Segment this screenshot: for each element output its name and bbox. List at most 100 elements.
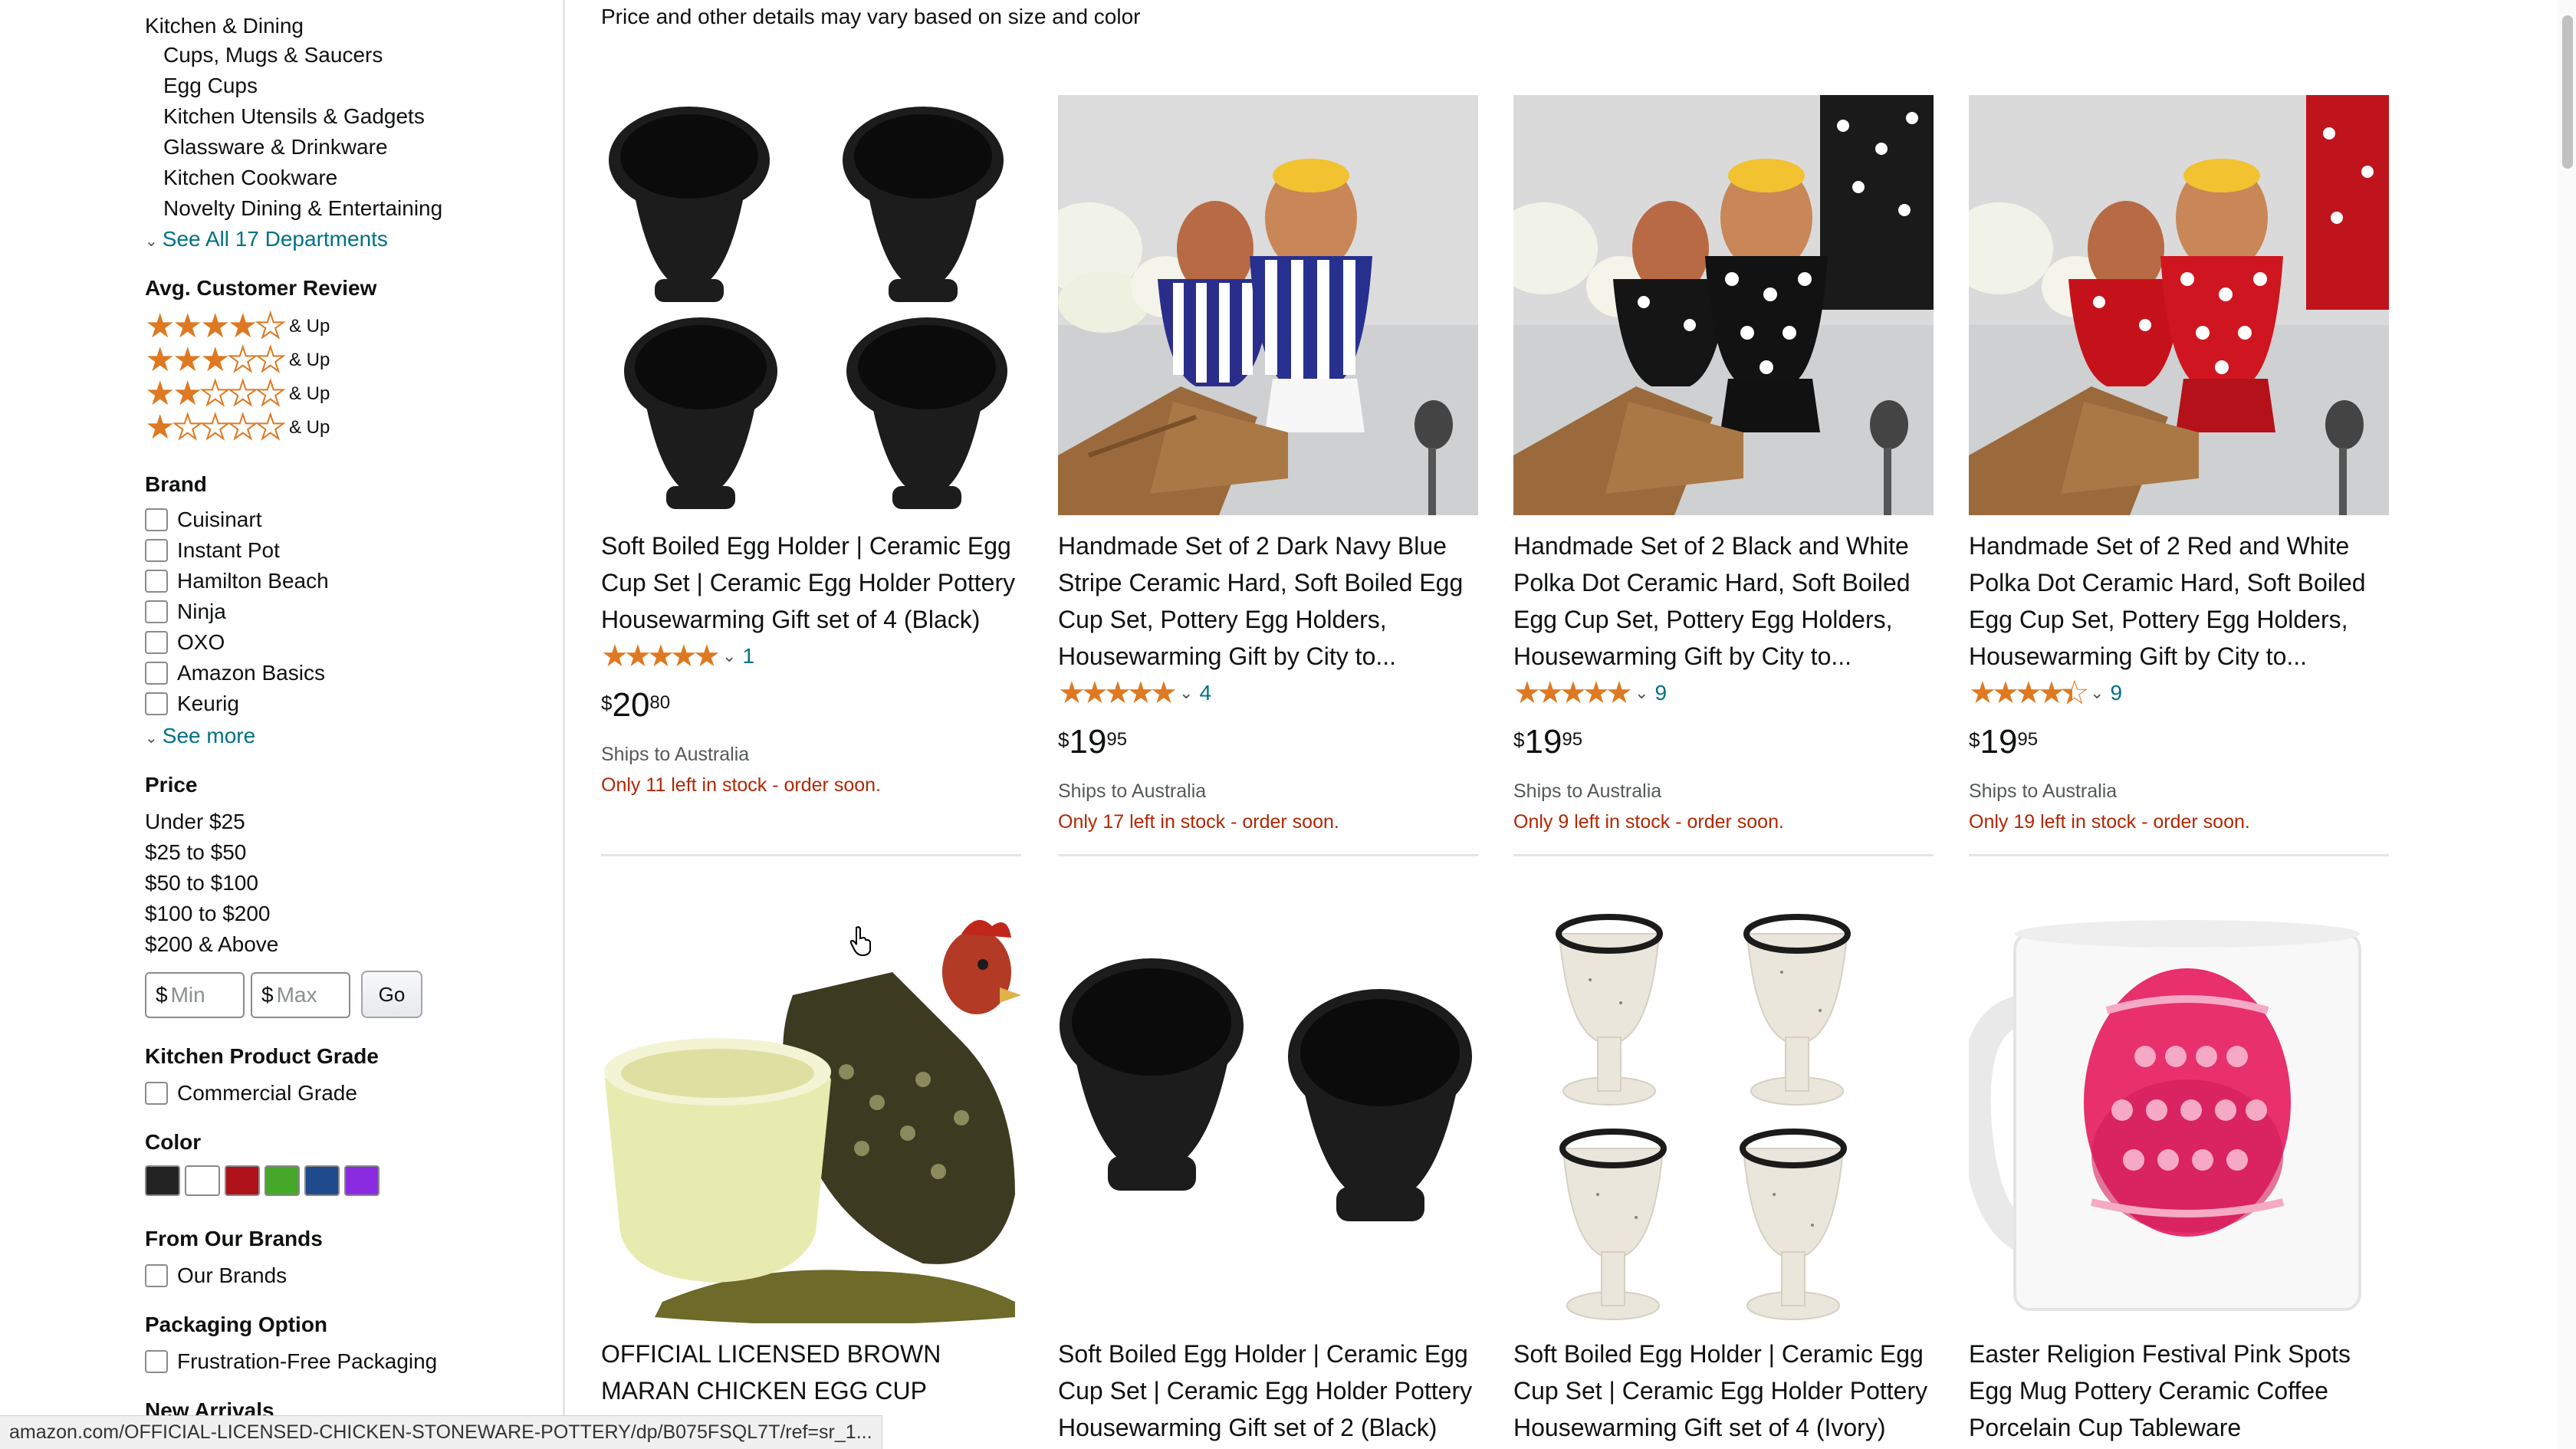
star-full-icon: ★ <box>693 639 721 673</box>
price-range-link[interactable]: $200 & Above <box>145 929 278 960</box>
checkbox[interactable] <box>145 662 168 685</box>
price-range-link[interactable]: Under $25 <box>145 807 245 837</box>
max-price-input[interactable]: $ Max <box>251 972 350 1018</box>
review-filter-4-up[interactable]: ★ ★ ★ ★ ★ & Up <box>145 307 330 345</box>
star-full-icon: ★ <box>145 375 176 412</box>
star-empty-icon: ★ <box>255 375 286 412</box>
grade-label: Commercial Grade <box>177 1081 357 1105</box>
price-whole: 19 <box>1524 723 1562 761</box>
checkbox[interactable] <box>145 539 168 562</box>
product-title-link[interactable]: Soft Boiled Egg Holder | Ceramic Egg Cup… <box>601 527 1021 638</box>
vertical-scrollbar[interactable] <box>2558 0 2576 1449</box>
checkbox[interactable] <box>145 1082 168 1105</box>
brand-label: Instant Pot <box>177 538 280 562</box>
product-image-black-egg-cups-4[interactable] <box>601 95 1021 515</box>
product-price: $20 80 <box>601 687 670 724</box>
card-separator <box>1969 854 2389 856</box>
brand-checkbox-row[interactable]: Instant Pot <box>145 535 280 566</box>
subcategory-link[interactable]: Egg Cups <box>163 71 258 101</box>
review-filter-2-up[interactable]: ★ ★ ★ ★ ★ & Up <box>145 375 330 412</box>
product-rating[interactable]: ★ ★ ★ ★ ★ ⌄ 9 <box>1513 676 1667 710</box>
product-image-blue-stripe-egg-cups[interactable] <box>1058 95 1478 515</box>
product-image-black-polka-egg-cups[interactable] <box>1513 95 1934 515</box>
grade-checkbox-row[interactable]: Commercial Grade <box>145 1078 357 1109</box>
product-rating[interactable]: ★ ★ ★ ★ ★ ⌄ 4 <box>1058 676 1211 710</box>
star-full-icon: ★ <box>1058 676 1086 710</box>
product-image-ivory-egg-cups-4[interactable] <box>1513 903 1934 1323</box>
department-link[interactable]: Kitchen & Dining <box>145 11 304 41</box>
packaging-checkbox-row[interactable]: Frustration-Free Packaging <box>145 1346 437 1377</box>
product-rating[interactable]: ★ ★ ★ ★ ★ ⌄ 1 <box>601 639 754 673</box>
product-title-link[interactable]: Easter Religion Festival Pink Spots Egg … <box>1969 1336 2389 1446</box>
our-brands-label: Our Brands <box>177 1263 288 1287</box>
brand-label: OXO <box>177 630 225 654</box>
star-empty-icon: ★ <box>227 409 258 446</box>
product-title-link[interactable]: Handmade Set of 2 Black and White Polka … <box>1513 527 1934 675</box>
product-image-red-polka-egg-cups[interactable] <box>1969 95 2389 515</box>
review-count-link[interactable]: 1 <box>742 644 754 669</box>
review-filter-1-up[interactable]: ★ ★ ★ ★ ★ & Up <box>145 409 330 446</box>
star-full-icon: ★ <box>1104 676 1132 710</box>
color-swatch-green[interactable] <box>264 1165 300 1196</box>
product-title-link[interactable]: Handmade Set of 2 Dark Navy Blue Stripe … <box>1058 527 1478 675</box>
price-range-link[interactable]: $25 to $50 <box>145 837 246 868</box>
color-swatch-red[interactable] <box>225 1165 260 1196</box>
sidebar-divider <box>563 0 565 1449</box>
product-image-easter-egg-mug[interactable] <box>1969 903 2389 1323</box>
review-count-link[interactable]: 9 <box>2110 681 2122 705</box>
see-all-departments-link[interactable]: ⌄ See All 17 Departments <box>145 224 388 257</box>
star-full-icon: ★ <box>172 375 203 412</box>
star-full-icon: ★ <box>228 307 258 345</box>
price-range-link[interactable]: $50 to $100 <box>145 868 258 899</box>
price-symbol: $ <box>1969 728 1980 751</box>
brand-checkbox-row[interactable]: Hamilton Beach <box>145 566 329 596</box>
brand-checkbox-row[interactable]: Ninja <box>145 596 226 627</box>
price-range-link[interactable]: $100 to $200 <box>145 899 271 929</box>
checkbox[interactable] <box>145 508 168 531</box>
star-full-icon: ★ <box>145 307 176 345</box>
subcategory-link[interactable]: Kitchen Cookware <box>163 163 337 193</box>
star-full-icon: ★ <box>145 409 176 446</box>
packaging-heading: Packaging Option <box>145 1313 328 1336</box>
brand-checkbox-row[interactable]: Cuisinart <box>145 504 261 535</box>
see-more-brands-link[interactable]: ⌄ See more <box>145 721 255 754</box>
checkbox[interactable] <box>145 1350 168 1373</box>
color-swatch-purple[interactable] <box>344 1165 380 1196</box>
product-image-chicken-egg-cup[interactable] <box>601 903 1021 1323</box>
brand-checkbox-row[interactable]: Amazon Basics <box>145 658 325 688</box>
star-empty-icon: ★ <box>199 409 231 446</box>
color-swatch-blue[interactable] <box>304 1165 340 1196</box>
product-title-link[interactable]: Handmade Set of 2 Red and White Polka Do… <box>1969 527 2389 675</box>
review-count-link[interactable]: 9 <box>1654 681 1667 705</box>
subcategory-link[interactable]: Kitchen Utensils & Gadgets <box>163 101 425 132</box>
brand-checkbox-row[interactable]: OXO <box>145 627 225 658</box>
color-swatch-black[interactable] <box>145 1165 180 1196</box>
checkbox[interactable] <box>145 631 168 654</box>
star-empty-icon: ★ <box>227 341 258 379</box>
checkbox[interactable] <box>145 1264 168 1287</box>
price-whole: 20 <box>612 686 650 724</box>
min-price-input[interactable]: $ Min <box>145 972 245 1018</box>
brand-checkbox-row[interactable]: Keurig <box>145 688 239 719</box>
subcategory-link[interactable]: Glassware & Drinkware <box>163 132 388 163</box>
checkbox[interactable] <box>145 600 168 623</box>
color-heading: Color <box>145 1130 202 1154</box>
subcategory-link[interactable]: Cups, Mugs & Saucers <box>163 40 383 71</box>
price-go-button[interactable]: Go <box>361 971 422 1018</box>
review-count-link[interactable]: 4 <box>1199 681 1211 705</box>
product-image-black-egg-cups-2[interactable] <box>1058 903 1478 1323</box>
price-whole: 19 <box>1069 723 1107 761</box>
subcategory-link[interactable]: Novelty Dining & Entertaining <box>163 193 442 224</box>
review-filter-3-up[interactable]: ★ ★ ★ ★ ★ & Up <box>145 341 330 379</box>
scrollbar-thumb[interactable] <box>2562 15 2573 169</box>
product-title-link[interactable]: Soft Boiled Egg Holder | Ceramic Egg Cup… <box>1058 1336 1478 1446</box>
product-rating[interactable]: ★ ★ ★ ★ ★ ⌄ 9 <box>1969 676 2122 711</box>
checkbox[interactable] <box>145 692 168 715</box>
checkbox[interactable] <box>145 570 168 593</box>
product-title-link[interactable]: Soft Boiled Egg Holder | Ceramic Egg Cup… <box>1513 1336 1934 1446</box>
stock-warning: Only 9 left in stock - order soon. <box>1513 811 1784 833</box>
color-swatch-white[interactable] <box>185 1165 220 1196</box>
and-up-label: & Up <box>289 383 330 404</box>
our-brands-checkbox-row[interactable]: Our Brands <box>145 1260 287 1291</box>
star-full-icon: ★ <box>601 639 629 673</box>
